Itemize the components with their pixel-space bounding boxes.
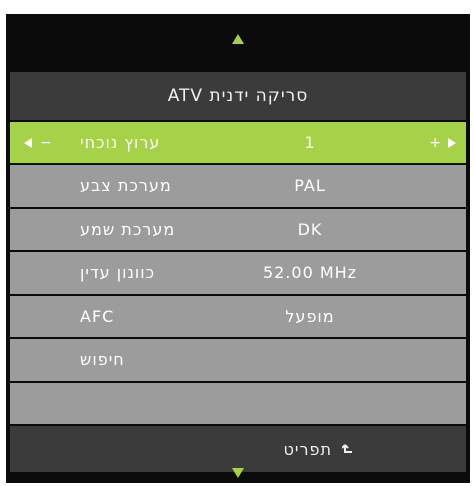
menu-title-text: סריקה ידנית ATV — [167, 86, 309, 106]
settings-menu: − ערוץ נוכחי 1 + מערכת צבע PAL מערכת שמע… — [10, 122, 466, 424]
menu-title: סריקה ידנית ATV — [10, 72, 466, 120]
menu-row-empty — [10, 382, 466, 425]
triangle-left-icon — [24, 138, 32, 148]
fine-tune-value: 52.00 MHz — [262, 263, 358, 283]
decrement-control[interactable]: − — [24, 122, 53, 164]
empty-row-label — [80, 383, 230, 425]
fine-tune-label: כוונון עדין — [80, 263, 156, 283]
menu-label: תפריט — [283, 439, 332, 459]
triangle-right-icon — [448, 138, 456, 148]
menu-row-current-channel[interactable]: − ערוץ נוכחי 1 + — [10, 122, 466, 164]
afc-label: AFC — [80, 306, 115, 326]
menu-row-search[interactable]: חיפוש — [10, 339, 466, 381]
scroll-up-icon[interactable] — [232, 34, 244, 44]
menu-return-button[interactable]: תפריט — [284, 426, 357, 472]
return-arrow-icon — [341, 442, 356, 456]
empty-row-value — [210, 383, 410, 425]
sound-system-label: מערכת שמע — [80, 219, 176, 239]
color-system-label: מערכת צבע — [80, 176, 172, 196]
menu-row-color-system[interactable]: מערכת צבע PAL — [10, 165, 466, 207]
footer-bar: תפריט — [10, 426, 466, 472]
sound-system-value: DK — [297, 219, 323, 239]
menu-row-fine-tune[interactable]: כוונון עדין 52.00 MHz — [10, 252, 466, 294]
current-channel-label: ערוץ נוכחי — [80, 133, 161, 152]
minus-icon: − — [40, 135, 53, 151]
menu-row-afc[interactable]: AFC מופעל — [10, 295, 466, 338]
scroll-down-icon[interactable] — [232, 468, 244, 478]
color-system-value: PAL — [294, 176, 326, 196]
plus-icon: + — [429, 135, 442, 151]
increment-control[interactable]: + — [429, 122, 456, 164]
osd-panel: סריקה ידנית ATV − ערוץ נוכחי 1 + מערכת צ… — [6, 14, 470, 483]
menu-row-sound-system[interactable]: מערכת שמע DK — [10, 208, 466, 251]
afc-value: מופעל — [285, 306, 335, 326]
current-channel-value: 1 — [304, 133, 316, 152]
search-label: חיפוש — [80, 350, 125, 370]
search-value — [210, 339, 410, 381]
